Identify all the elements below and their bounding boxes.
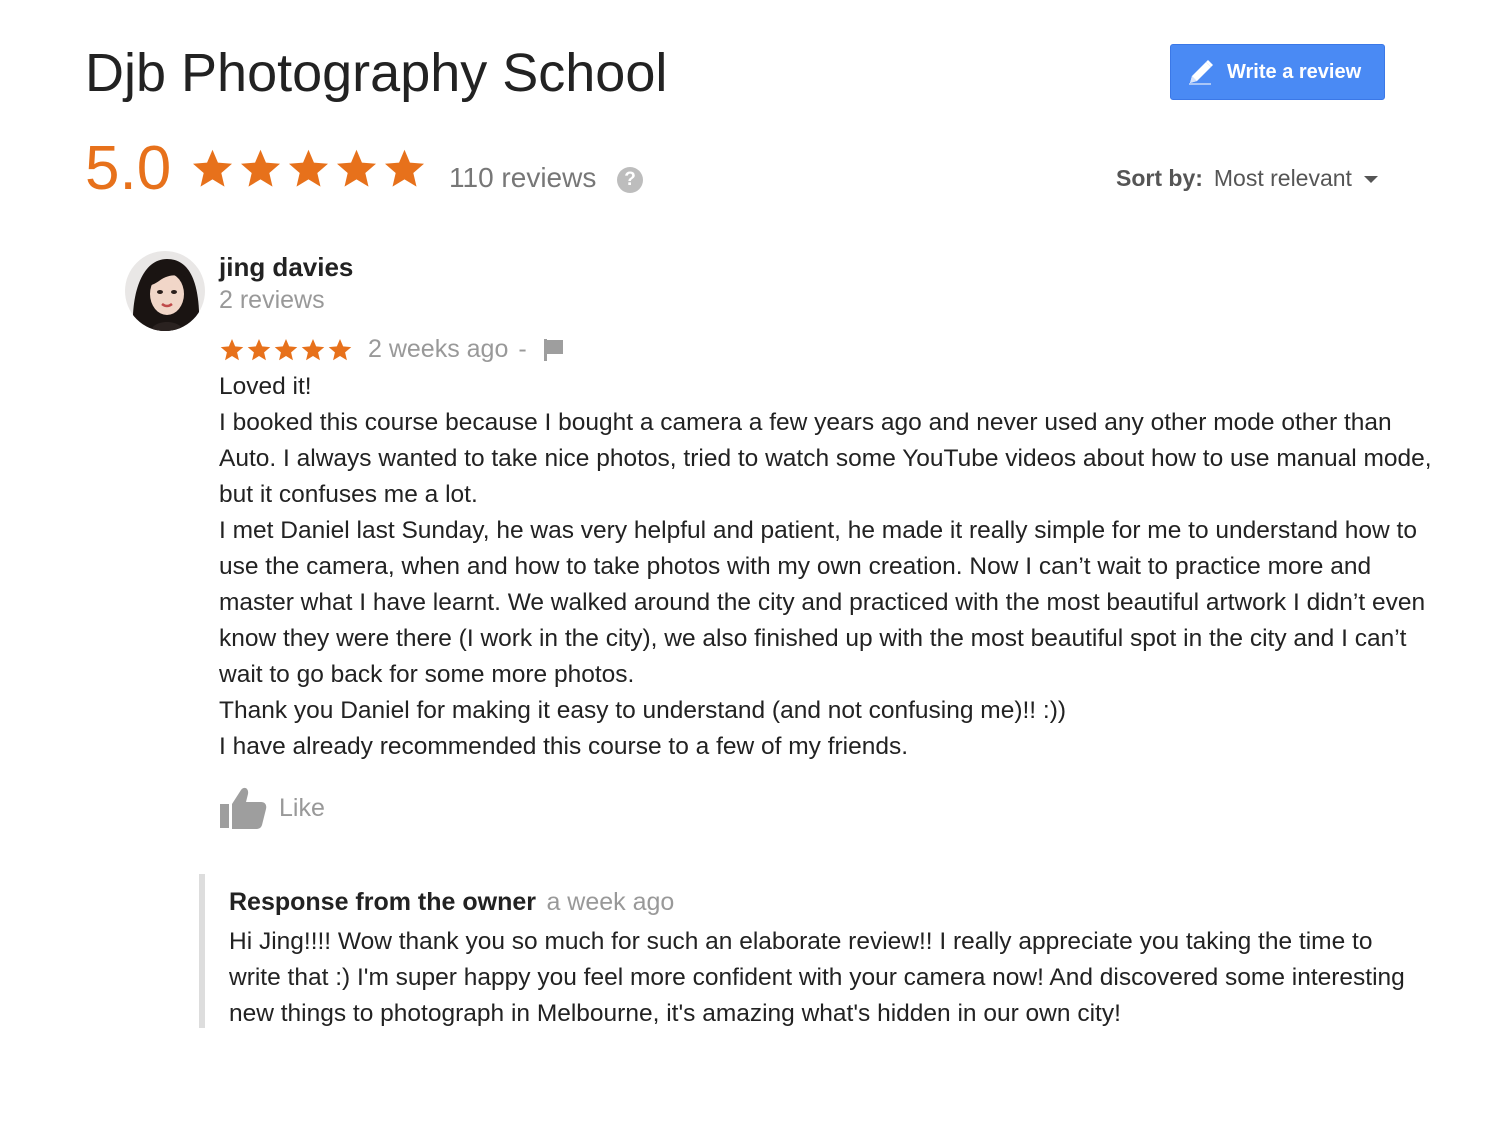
star-icon: [220, 338, 244, 360]
review-paragraph: Loved it!: [219, 373, 312, 400]
owner-response-time: a week ago: [546, 888, 675, 916]
rating-stars: [190, 143, 430, 193]
page-title: Djb Photography School: [85, 43, 668, 103]
write-review-label: Write a review: [1227, 60, 1362, 83]
owner-response-header: Response from the owner a week ago: [229, 884, 1429, 924]
meta-separator: -: [518, 334, 527, 363]
caret-down-icon: [1363, 175, 1378, 183]
star-icon: [247, 338, 271, 360]
review-body: Loved it! I booked this course because I …: [219, 369, 1434, 765]
review-paragraph: I have already recommended this course t…: [219, 733, 909, 760]
owner-response-text: Hi Jing!!!! Wow thank you so much for su…: [229, 928, 1405, 1027]
help-icon[interactable]: ?: [617, 167, 643, 193]
star-icon: [328, 338, 352, 360]
thumbs-up-icon: [220, 787, 267, 829]
avatar[interactable]: [125, 251, 205, 331]
star-icon: [301, 338, 325, 360]
star-icon: [337, 149, 376, 187]
star-icon: [289, 149, 328, 187]
like-button[interactable]: Like: [219, 786, 325, 830]
star-icon: [385, 149, 424, 187]
review-date: 2 weeks ago: [368, 334, 509, 363]
sort-dropdown[interactable]: Sort by: Most relevant: [1116, 164, 1378, 192]
pencil-icon: [1189, 60, 1213, 85]
review-paragraph: I booked this course because I bought a …: [219, 409, 1432, 508]
review-stars: [219, 336, 354, 363]
star-icon: [193, 149, 232, 187]
reviewer-name[interactable]: jing davies: [219, 252, 353, 283]
reviewer-review-count[interactable]: 2 reviews: [219, 286, 325, 315]
star-icon: [274, 338, 298, 360]
sort-label: Sort by:: [1116, 165, 1203, 191]
flag-icon[interactable]: [541, 335, 567, 363]
review-meta: 2 weeks ago -: [219, 333, 567, 365]
review-paragraph: Thank you Daniel for making it easy to u…: [219, 697, 1067, 724]
review-paragraph: I met Daniel last Sunday, he was very he…: [219, 517, 1426, 688]
owner-response-title: Response from the owner: [229, 888, 536, 916]
write-review-button[interactable]: Write a review: [1170, 44, 1385, 100]
review-count[interactable]: 110 reviews: [449, 162, 596, 194]
rating-summary: 5.0 110 reviews ?: [85, 132, 685, 212]
average-rating: 5.0: [85, 134, 172, 203]
star-icon: [241, 149, 280, 187]
sort-value: Most relevant: [1213, 165, 1352, 191]
owner-response: Response from the owner a week ago Hi Ji…: [199, 874, 1429, 1028]
like-label: Like: [279, 793, 325, 822]
